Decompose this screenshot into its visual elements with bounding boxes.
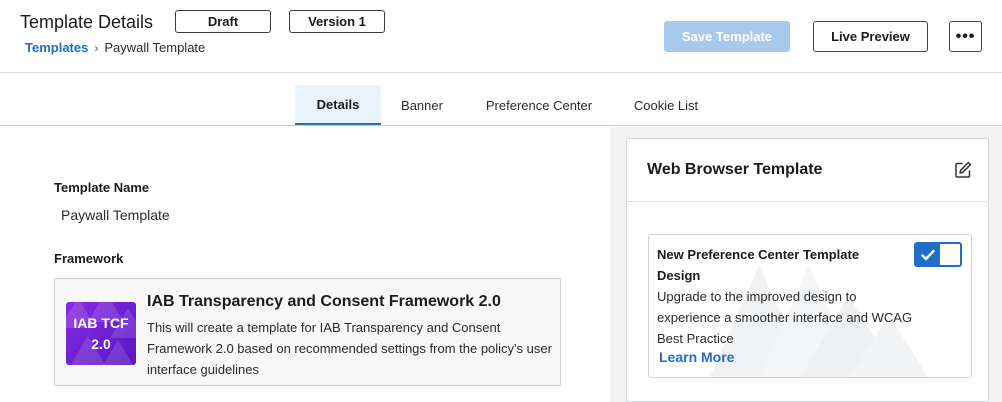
edit-icon[interactable] [954, 161, 972, 179]
save-template-button[interactable]: Save Template [664, 21, 790, 52]
framework-title: IAB Transparency and Consent Framework 2… [147, 293, 501, 310]
iab-logo-line2: 2.0 [91, 336, 111, 352]
promo-description: Upgrade to the improved design to experi… [657, 289, 913, 346]
page-title: Template Details [20, 12, 154, 32]
tab-preference-center[interactable]: Preference Center [470, 85, 608, 125]
breadcrumb: Templates › Paywall Template [25, 40, 205, 55]
breadcrumb-templates-link[interactable]: Templates [25, 40, 88, 55]
template-name-value: Paywall Template [61, 207, 170, 223]
new-design-toggle[interactable] [914, 242, 962, 267]
more-options-button[interactable]: ••• [949, 21, 982, 52]
promo-title: New Preference Center Template Design [657, 247, 860, 283]
status-badge: Draft [175, 10, 271, 33]
template-name-label: Template Name [54, 180, 150, 195]
tab-bar: Details Banner Preference Center Cookie … [0, 85, 1002, 126]
web-browser-template-card: Web Browser Template New Preference Cent… [626, 138, 989, 402]
details-pane: Template Name Paywall Template Framework… [0, 127, 610, 402]
tab-banner[interactable]: Banner [385, 85, 459, 125]
framework-label: Framework [54, 251, 124, 266]
version-badge: Version 1 [289, 10, 385, 33]
tab-details[interactable]: Details [295, 85, 381, 125]
iab-logo-line1: IAB TCF [73, 315, 129, 331]
more-horizontal-icon: ••• [955, 27, 976, 45]
learn-more-link[interactable]: Learn More [659, 349, 734, 365]
live-preview-button[interactable]: Live Preview [813, 21, 928, 52]
chevron-right-icon: › [94, 40, 99, 55]
web-card-header: Web Browser Template [627, 139, 988, 202]
check-icon [921, 249, 935, 260]
framework-card: IAB TCF 2.0 IAB Transparency and Consent… [54, 278, 561, 386]
framework-description: This will create a template for IAB Tran… [147, 320, 552, 377]
iab-tcf-logo-icon: IAB TCF 2.0 [66, 302, 136, 365]
preference-center-promo: New Preference Center Template Design Up… [648, 234, 972, 378]
tab-cookie-list[interactable]: Cookie List [620, 85, 712, 125]
page-header: Template Details Draft Version 1 Templat… [0, 0, 1002, 73]
toggle-on-indicator [916, 244, 940, 265]
breadcrumb-current: Paywall Template [104, 40, 206, 55]
web-card-title: Web Browser Template [647, 161, 823, 178]
